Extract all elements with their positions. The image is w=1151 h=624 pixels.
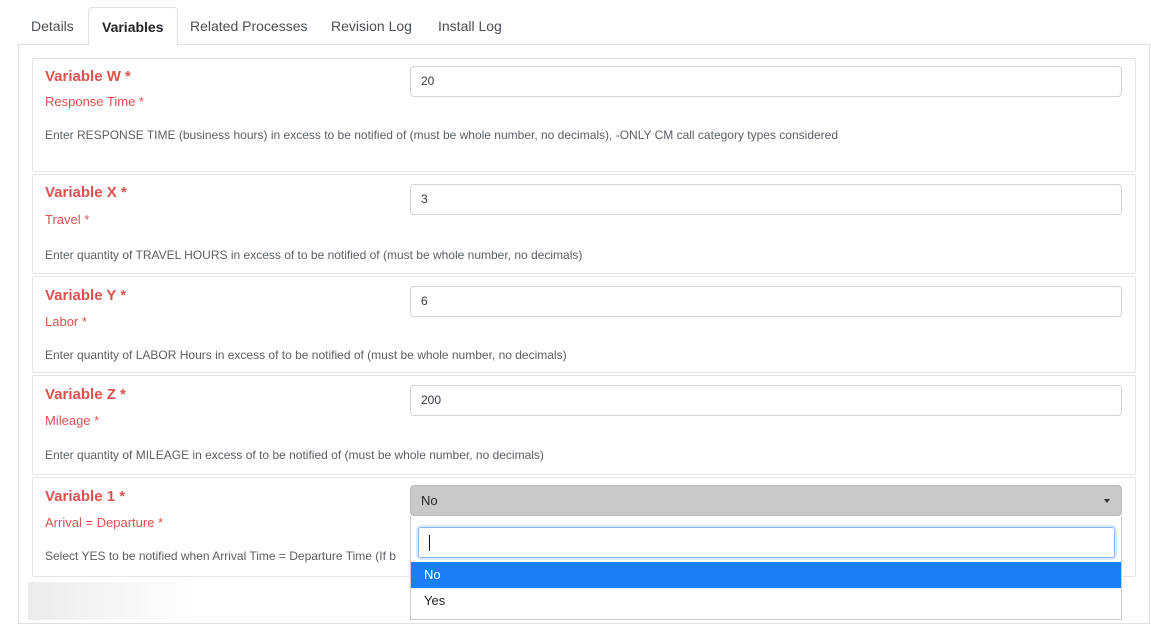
variable-name: Variable 1 * bbox=[45, 488, 126, 505]
variable-card-x: Variable X * Travel * 3 Enter quantity o… bbox=[32, 174, 1136, 274]
variable-card-w: Variable W * Response Time * 20 Enter RE… bbox=[32, 58, 1136, 172]
text-cursor bbox=[429, 535, 430, 551]
mileage-input[interactable]: 200 bbox=[410, 385, 1122, 416]
option-no[interactable]: No bbox=[411, 562, 1121, 588]
variable-label: Labor * bbox=[45, 314, 87, 329]
tab-revision-log[interactable]: Revision Log bbox=[318, 7, 425, 45]
variable-label: Travel * bbox=[45, 212, 90, 227]
variable-name: Variable Z * bbox=[45, 386, 126, 403]
tab-related-processes[interactable]: Related Processes bbox=[177, 7, 321, 45]
tab-variables[interactable]: Variables bbox=[88, 7, 178, 46]
select-value: No bbox=[421, 493, 438, 508]
dropdown-search-input[interactable] bbox=[418, 527, 1115, 558]
variable-label: Arrival = Departure * bbox=[45, 515, 164, 530]
variable-help-text: Enter quantity of MILEAGE in excess of t… bbox=[45, 448, 544, 462]
variable-help-text: Enter quantity of LABOR Hours in excess … bbox=[45, 348, 567, 362]
variable-help-text: Enter RESPONSE TIME (business hours) in … bbox=[45, 128, 839, 142]
variable-label: Mileage * bbox=[45, 413, 100, 428]
travel-input[interactable]: 3 bbox=[410, 184, 1122, 215]
caret-down-icon bbox=[1104, 499, 1110, 503]
variable-card-z: Variable Z * Mileage * 200 Enter quantit… bbox=[32, 375, 1136, 475]
variable-name: Variable X * bbox=[45, 184, 127, 201]
variable-card-y: Variable Y * Labor * 6 Enter quantity of… bbox=[32, 276, 1136, 373]
variable-name: Variable Y * bbox=[45, 287, 127, 304]
variable-name: Variable W * bbox=[45, 68, 131, 85]
tab-details[interactable]: Details bbox=[18, 7, 87, 45]
response-time-input[interactable]: 20 bbox=[410, 66, 1122, 97]
option-yes[interactable]: Yes bbox=[411, 588, 1121, 614]
tab-bar: Details Variables Related Processes Revi… bbox=[18, 7, 1150, 46]
loading-placeholder bbox=[28, 582, 198, 620]
variable-label: Response Time * bbox=[45, 94, 144, 109]
arrival-departure-select[interactable]: No bbox=[410, 485, 1122, 516]
select-dropdown: No Yes bbox=[410, 516, 1122, 620]
labor-input[interactable]: 6 bbox=[410, 286, 1122, 317]
variable-help-text: Enter quantity of TRAVEL HOURS in excess… bbox=[45, 248, 583, 262]
tab-install-log[interactable]: Install Log bbox=[425, 7, 515, 45]
variable-help-text: Select YES to be notified when Arrival T… bbox=[45, 549, 396, 563]
